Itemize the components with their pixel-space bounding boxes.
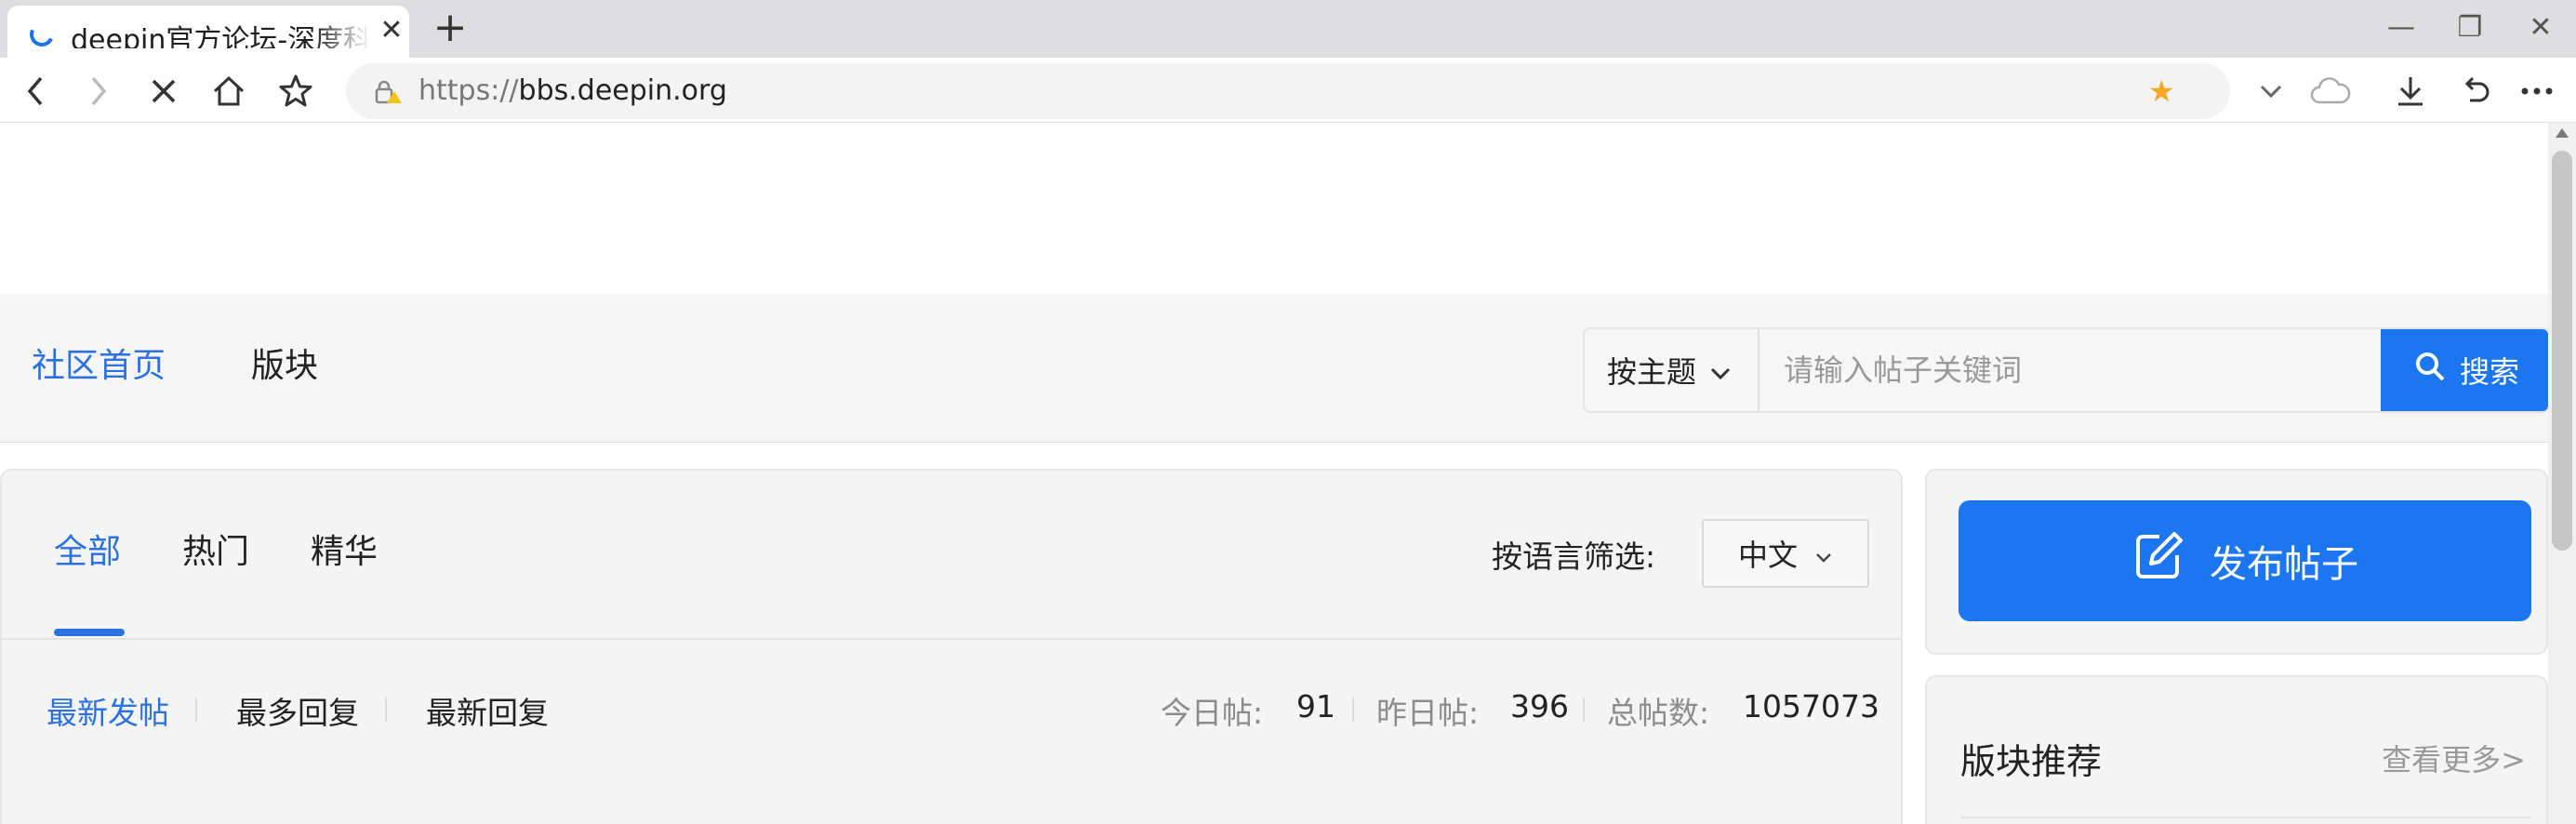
language-filter-label: 按语言筛选: [1492, 538, 1656, 575]
address-bar[interactable]: https://bbs.deepin.org ★ [346, 63, 2230, 119]
stat-today-label: 今日帖: [1161, 695, 1264, 731]
site-navbar: 社区首页 版块 按主题 搜索 [0, 294, 2550, 443]
scroll-up-icon[interactable] [2556, 128, 2569, 138]
browser-toolbar: https://bbs.deepin.org ★ [0, 58, 2576, 123]
restore-window-button[interactable]: ❐ [2450, 9, 2490, 47]
new-tab-button[interactable]: + [430, 7, 471, 48]
chevron-down-icon [1709, 352, 1732, 388]
active-tab-indicator [54, 629, 125, 636]
cloud-icon[interactable] [2310, 71, 2351, 112]
recommended-boards-title: 版块推荐 [1960, 741, 2103, 782]
bookmark-icon[interactable] [275, 71, 316, 112]
sort-separator [195, 698, 197, 722]
stat-separator [1352, 698, 1354, 722]
nav-boards-link[interactable]: 版块 [251, 339, 318, 387]
page-banner [0, 123, 2548, 294]
url-scheme: https:// [418, 74, 519, 107]
chevron-down-icon [1814, 536, 1833, 571]
more-icon[interactable] [2516, 71, 2557, 112]
stat-yesterday-value: 396 [1510, 688, 1569, 724]
loading-spinner-icon [26, 19, 58, 50]
dropdown-icon[interactable] [2251, 71, 2291, 112]
post-list-panel: 全部 热门 精华 按语言筛选: 中文 最新发帖 最多回复 最新回复 今日帖: 9… [0, 469, 1903, 824]
tab-featured[interactable]: 精华 [311, 525, 378, 573]
star-filled-icon[interactable]: ★ [2148, 76, 2175, 106]
search-type-select[interactable]: 按主题 [1585, 329, 1759, 411]
publish-card: 发布帖子 [1925, 469, 2548, 655]
recommended-boards-card: 版块推荐 查看更多> [1925, 675, 2548, 824]
forward-icon[interactable] [78, 71, 119, 112]
search-icon [2413, 350, 2447, 391]
home-icon[interactable] [208, 71, 249, 112]
publish-post-button[interactable]: 发布帖子 [1959, 500, 2531, 621]
close-tab-icon[interactable]: ✕ [378, 17, 405, 45]
sort-newest-posts[interactable]: 最新发帖 [46, 688, 169, 733]
language-selected-value: 中文 [1737, 538, 1798, 573]
scrollbar-thumb[interactable] [2552, 151, 2572, 551]
stat-yesterday-label: 昨日帖: [1376, 695, 1480, 731]
recommended-boards-divider [1960, 817, 2531, 818]
search-input[interactable] [1761, 329, 2319, 411]
search-type-label: 按主题 [1607, 354, 1697, 390]
download-icon[interactable] [2390, 71, 2431, 112]
sort-newest-replies[interactable]: 最新回复 [426, 688, 549, 733]
tab-hot[interactable]: 热门 [182, 525, 249, 573]
page-scrollbar[interactable] [2548, 123, 2576, 824]
view-more-link[interactable]: 查看更多> [2382, 737, 2526, 779]
browser-tab[interactable]: deepin官方论坛-深度科技 ✕ [7, 6, 409, 58]
insecure-lock-icon[interactable] [374, 80, 402, 108]
url-host: bbs.deepin.org [518, 74, 727, 107]
tab-title-fade [314, 15, 370, 48]
browser-tab-bar: deepin官方论坛-深度科技 ✕ + — ❐ ✕ [0, 0, 2576, 58]
back-icon[interactable] [15, 71, 56, 112]
tabs-divider [2, 638, 1901, 640]
sort-most-replies[interactable]: 最多回复 [236, 688, 359, 733]
minimize-window-button[interactable]: — [2381, 9, 2422, 47]
stat-separator [1583, 698, 1585, 722]
search-button-label: 搜索 [2459, 354, 2519, 390]
language-select[interactable]: 中文 [1702, 519, 1869, 588]
stat-today-value: 91 [1296, 688, 1335, 724]
url-text[interactable]: https://bbs.deepin.org [418, 74, 727, 108]
stat-total-label: 总帖数: [1607, 695, 1710, 731]
stop-icon[interactable] [143, 71, 184, 112]
search-box: 按主题 搜索 [1583, 327, 2550, 413]
publish-post-label: 发布帖子 [2210, 543, 2358, 586]
tab-all[interactable]: 全部 [54, 525, 121, 573]
undo-icon[interactable] [2455, 71, 2496, 112]
close-window-button[interactable]: ✕ [2520, 9, 2561, 47]
nav-home-link[interactable]: 社区首页 [32, 339, 166, 387]
search-button[interactable]: 搜索 [2381, 329, 2548, 411]
edit-icon [2131, 529, 2185, 592]
stat-total-value: 1057073 [1743, 688, 1879, 724]
sort-separator [385, 698, 387, 722]
